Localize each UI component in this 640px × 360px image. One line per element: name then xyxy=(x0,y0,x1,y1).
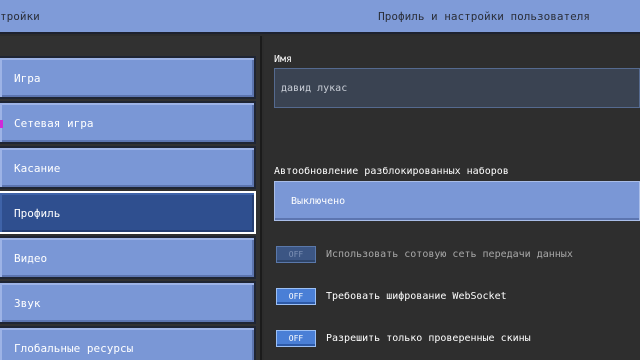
cellular-data-toggle[interactable]: OFF xyxy=(276,246,316,263)
sidebar-item-label: Глобальные ресурсы xyxy=(14,342,134,355)
sidebar-item-profile[interactable]: Профиль xyxy=(0,191,256,234)
websocket-encryption-setting: OFF Требовать шифрование WebSocket xyxy=(274,286,640,308)
verified-skins-toggle[interactable]: OFF xyxy=(276,330,316,347)
sidebar-item-touch[interactable]: Касание xyxy=(0,146,256,189)
header-bar: тройки Профиль и настройки пользователя xyxy=(0,0,640,34)
sidebar-item-game[interactable]: Игра xyxy=(0,56,256,99)
sidebar-item-video[interactable]: Видео xyxy=(0,236,256,279)
cellular-data-setting: OFF Использовать сотовую сеть передачи д… xyxy=(274,244,640,266)
sidebar-item-label: Сетевая игра xyxy=(14,117,94,130)
verified-skins-setting: OFF Разрешить только проверенные скины xyxy=(274,328,640,350)
autoupdate-dropdown[interactable]: Выключено xyxy=(274,181,640,221)
sidebar-item-label: Звук xyxy=(14,297,41,310)
toggle-state: OFF xyxy=(288,334,304,343)
verified-skins-label: Разрешить только проверенные скины xyxy=(326,333,531,344)
websocket-encryption-label: Требовать шифрование WebSocket xyxy=(326,291,507,302)
sidebar-item-global-resources[interactable]: Глобальные ресурсы xyxy=(0,326,256,360)
sidebar-item-label: Игра xyxy=(14,72,41,85)
name-input-value: давид лукас xyxy=(281,83,348,94)
autoupdate-label: Автообновление разблокированных наборов xyxy=(274,166,509,177)
name-field-label: Имя xyxy=(274,54,293,65)
sidebar-item-sound[interactable]: Звук xyxy=(0,281,256,324)
autoupdate-value: Выключено xyxy=(291,196,346,207)
sidebar-item-multiplayer[interactable]: Сетевая игра xyxy=(0,101,256,144)
websocket-encryption-toggle[interactable]: OFF xyxy=(276,288,316,305)
toggle-state: OFF xyxy=(288,250,304,259)
toggle-state: OFF xyxy=(288,292,304,301)
profile-settings-panel: Имя давид лукас Автообновление разблокир… xyxy=(264,36,640,360)
sidebar-item-label: Видео xyxy=(14,252,48,265)
cellular-data-label: Использовать сотовую сеть передачи данны… xyxy=(326,249,573,260)
sidebar-item-label: Профиль xyxy=(14,207,61,220)
sidebar-item-label: Касание xyxy=(14,162,61,175)
name-input[interactable]: давид лукас xyxy=(274,68,640,108)
page-title: Профиль и настройки пользователя xyxy=(378,10,590,23)
notification-marker xyxy=(0,120,3,128)
settings-sidebar: Игра Сетевая игра Касание Профиль Видео … xyxy=(0,36,262,360)
settings-title: тройки xyxy=(0,10,40,23)
